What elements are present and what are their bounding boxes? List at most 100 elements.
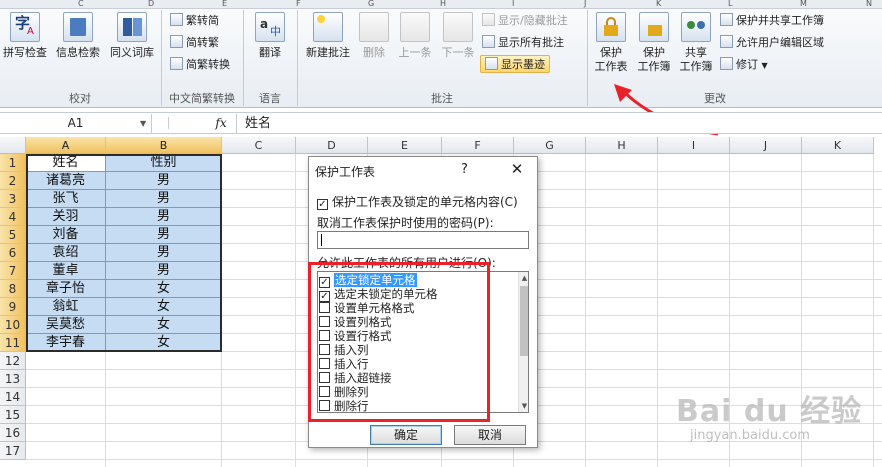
column-header[interactable]: B — [106, 137, 222, 154]
research-book-icon — [63, 12, 93, 42]
cell[interactable]: 男 — [106, 244, 222, 262]
share-workbook-button[interactable]: 共享 工作簿 — [676, 12, 716, 74]
column-header[interactable]: K — [802, 137, 874, 154]
protect-share-icon — [720, 13, 733, 26]
formula-input[interactable]: 姓名 — [236, 114, 271, 133]
cell[interactable]: 张飞 — [26, 190, 106, 208]
previous-comment-button[interactable]: 上一条 — [394, 12, 436, 60]
permissions-scrollbar[interactable]: ▲ ▼ — [518, 272, 528, 412]
cell[interactable]: 诸葛亮 — [26, 172, 106, 190]
scroll-down-icon[interactable]: ▼ — [519, 400, 528, 412]
research-button[interactable]: 信息检索 — [52, 12, 104, 60]
column-header[interactable]: J — [730, 137, 802, 154]
spelling-icon: 字A — [10, 12, 40, 42]
row-header[interactable]: 17 — [0, 442, 26, 460]
cell[interactable]: 刘备 — [26, 226, 106, 244]
row-header[interactable]: 5 — [0, 226, 26, 244]
cell[interactable]: 董卓 — [26, 262, 106, 280]
cancel-button[interactable]: 取消 — [454, 425, 526, 445]
translate-button[interactable]: a中 翻译 — [248, 12, 292, 60]
column-header[interactable]: I — [658, 137, 730, 154]
column-header[interactable]: H — [586, 137, 658, 154]
ribbon-review-tab: C D E F G H I J K L M N 字A 拼写检查 信息检索 同义词… — [0, 0, 882, 108]
protect-sheet-button[interactable]: 保护 工作表 — [590, 12, 632, 74]
ok-button[interactable]: 确定 — [370, 425, 442, 445]
cell[interactable]: 女 — [106, 298, 222, 316]
translate-icon: a中 — [255, 12, 285, 42]
column-header[interactable]: G — [514, 137, 586, 154]
protect-and-share-button[interactable]: 保护并共享工作簿 — [720, 12, 824, 30]
row-header[interactable]: 3 — [0, 190, 26, 208]
cell[interactable]: 李宇春 — [26, 334, 106, 352]
cell[interactable]: 姓名 — [26, 154, 106, 172]
password-input[interactable] — [317, 231, 529, 249]
row-header[interactable]: 1 — [0, 154, 26, 172]
cell[interactable]: 男 — [106, 208, 222, 226]
chinese-conversion-group-label: 中文简繁转换 — [169, 92, 235, 105]
allow-edit-ranges-button[interactable]: 允许用户编辑区域 — [720, 34, 824, 52]
name-box[interactable]: A1 — [0, 114, 152, 133]
show-ink-button[interactable]: 显示墨迹 — [480, 55, 550, 73]
protect-workbook-button[interactable]: 保护 工作簿 — [634, 12, 674, 74]
column-header[interactable]: C — [222, 137, 296, 154]
column-header[interactable]: D — [296, 137, 368, 154]
cell[interactable]: 章子怡 — [26, 280, 106, 298]
cell[interactable]: 男 — [106, 226, 222, 244]
next-comment-button[interactable]: 下一条 — [438, 12, 478, 60]
cell[interactable]: 女 — [106, 316, 222, 334]
row-header[interactable]: 10 — [0, 316, 26, 334]
cell[interactable]: 关羽 — [26, 208, 106, 226]
insert-function-icon[interactable]: fx — [208, 114, 234, 133]
row-header[interactable]: 4 — [0, 208, 26, 226]
col-letter: G — [368, 0, 375, 8]
column-header[interactable]: A — [26, 137, 106, 154]
cell[interactable]: 袁绍 — [26, 244, 106, 262]
cell[interactable]: 女 — [106, 334, 222, 352]
comments-group-label: 批注 — [431, 92, 453, 105]
cell[interactable]: 男 — [106, 172, 222, 190]
protect-workbook-label-1: 保护 — [643, 46, 665, 59]
row-header[interactable]: 2 — [0, 172, 26, 190]
row-header[interactable]: 6 — [0, 244, 26, 262]
cell[interactable]: 吴莫愁 — [26, 316, 106, 334]
spelling-check-button[interactable]: 字A 拼写检查 — [0, 12, 50, 60]
cell[interactable]: 性别 — [106, 154, 222, 172]
chinese-convert-button[interactable]: 简繁转换 — [170, 56, 230, 74]
row-header[interactable]: 15 — [0, 406, 26, 424]
cell[interactable]: 男 — [106, 190, 222, 208]
scroll-thumb[interactable] — [520, 286, 528, 356]
show-all-comments-button[interactable]: 显示所有批注 — [482, 34, 564, 52]
row-header[interactable]: 14 — [0, 388, 26, 406]
delete-comment-button[interactable]: 删除 — [356, 12, 392, 60]
to-traditional-button[interactable]: 简转繁 — [170, 34, 219, 52]
column-header[interactable]: F — [442, 137, 514, 154]
show-hide-comment-button[interactable]: 显示/隐藏批注 — [482, 12, 568, 30]
new-comment-button[interactable]: 新建批注 — [300, 12, 356, 60]
cell[interactable]: 翁虹 — [26, 298, 106, 316]
row-header[interactable]: 13 — [0, 370, 26, 388]
protect-sheet-checkbox[interactable]: ✓ 保护工作表及锁定的单元格内容(C) — [317, 193, 518, 210]
scroll-up-icon[interactable]: ▲ — [519, 272, 528, 284]
thesaurus-button[interactable]: 同义词库 — [106, 12, 158, 60]
help-icon[interactable]: ? — [461, 162, 468, 177]
new-comment-label: 新建批注 — [306, 46, 350, 59]
show-hide-comment-icon — [482, 13, 495, 26]
close-icon[interactable]: ✕ — [507, 160, 527, 178]
allow-edit-ranges-label: 允许用户编辑区域 — [736, 36, 824, 49]
chevron-down-icon[interactable]: ▼ — [140, 114, 152, 133]
col-letter: M — [800, 0, 807, 8]
select-all-corner[interactable] — [0, 137, 26, 154]
row-header[interactable]: 8 — [0, 280, 26, 298]
row-header[interactable]: 11 — [0, 334, 26, 352]
row-header[interactable]: 7 — [0, 262, 26, 280]
row-header[interactable]: 9 — [0, 298, 26, 316]
column-header[interactable]: E — [368, 137, 442, 154]
track-changes-button[interactable]: 修订 ▼ — [720, 56, 768, 74]
formula-divider — [168, 117, 169, 129]
track-changes-label: 修订 — [736, 58, 758, 71]
to-simplified-button[interactable]: 繁转简 — [170, 12, 219, 30]
cell[interactable]: 男 — [106, 262, 222, 280]
row-header[interactable]: 16 — [0, 424, 26, 442]
cell[interactable]: 女 — [106, 280, 222, 298]
row-header[interactable]: 12 — [0, 352, 26, 370]
